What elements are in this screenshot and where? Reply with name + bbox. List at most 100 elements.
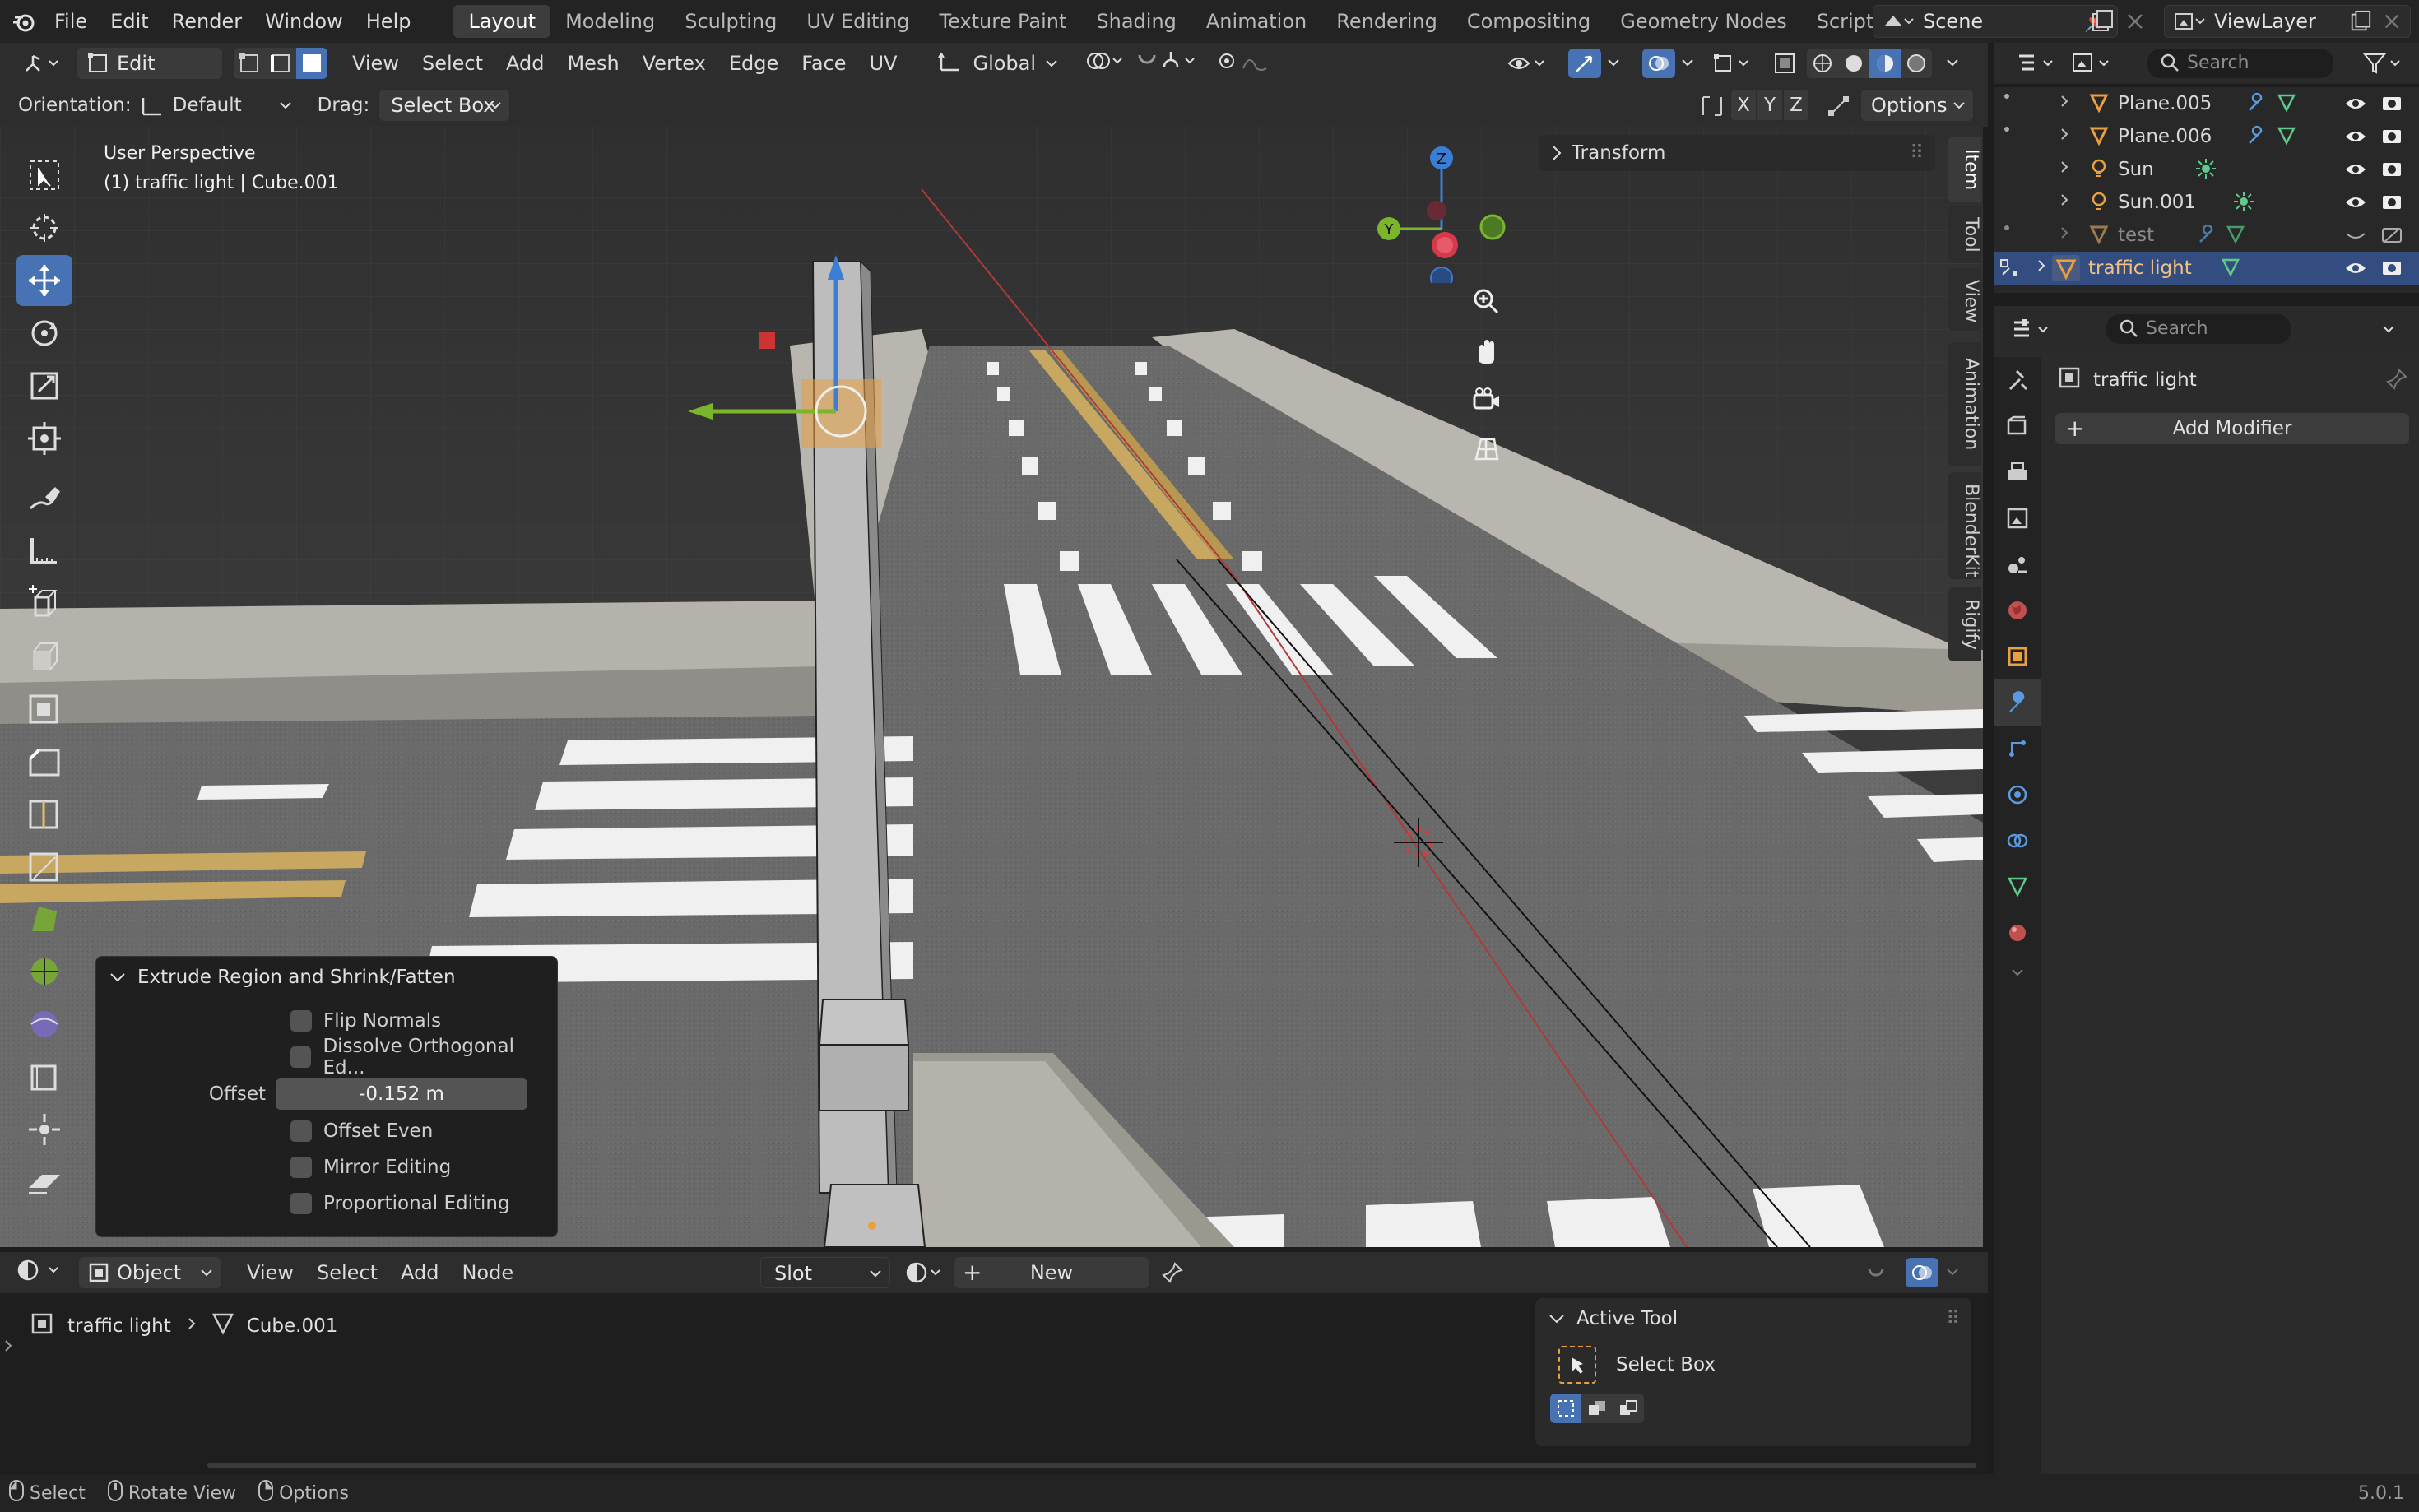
shrink-fatten-tool-icon[interactable]	[16, 1104, 72, 1155]
chevron-right-icon[interactable]	[2059, 192, 2072, 213]
options-dropdown[interactable]: Options	[1861, 90, 1973, 121]
outliner-item-traffic-light[interactable]: traffic light	[1994, 252, 2419, 285]
knife-tool-icon[interactable]	[16, 841, 72, 892]
proportional-editing-checkbox[interactable]: Proportional Editing	[290, 1185, 557, 1222]
material-browse-icon[interactable]	[905, 1260, 951, 1290]
slot-dropdown[interactable]: Slot	[760, 1257, 890, 1288]
chevron-right-icon[interactable]	[2059, 159, 2072, 180]
wireframe-shading-icon[interactable]	[1807, 49, 1838, 78]
scale-tool-icon[interactable]	[16, 360, 72, 411]
shader-editor-type-icon[interactable]	[16, 1258, 69, 1287]
tab-animation[interactable]: Animation	[1191, 5, 1321, 38]
shader-type-dropdown[interactable]: Object	[79, 1257, 221, 1288]
menu-edit[interactable]: Edit	[99, 0, 160, 43]
mode-dropdown[interactable]: Edit Mode	[77, 48, 222, 106]
tab-geometry-nodes[interactable]: Geometry Nodes	[1605, 5, 1801, 38]
new-view-layer-icon[interactable]	[2349, 10, 2372, 42]
overlays-node-icon[interactable]	[1906, 1258, 1938, 1287]
outliner-search[interactable]: Search	[2147, 49, 2333, 78]
chevron-right-icon[interactable]	[2059, 93, 2072, 114]
menu-mesh[interactable]: Mesh	[555, 52, 630, 75]
extrude-tool-icon[interactable]	[16, 630, 72, 681]
rotate-tool-icon[interactable]	[16, 308, 72, 359]
menu-select[interactable]: Select	[411, 52, 494, 75]
mode-extend-icon[interactable]	[1581, 1394, 1613, 1423]
particles-tab-icon[interactable]	[1994, 726, 2041, 772]
menu-edge[interactable]: Edge	[717, 52, 790, 75]
properties-search[interactable]: Search	[2106, 314, 2291, 344]
object-tab-icon[interactable]	[1994, 633, 2041, 679]
pan-hand-icon[interactable]	[1465, 329, 1507, 372]
navigation-gizmo[interactable]: Z Y	[1366, 143, 1530, 283]
tab-shading[interactable]: Shading	[1081, 5, 1191, 38]
solid-shading-icon[interactable]	[1838, 49, 1869, 78]
menu-uv[interactable]: UV	[858, 52, 909, 75]
spin-tool-icon[interactable]	[16, 946, 72, 997]
add-modifier-button[interactable]: + Add Modifier	[2055, 413, 2409, 444]
visibility-eye-icon[interactable]	[2345, 94, 2366, 118]
xray-toggle-icon[interactable]	[1772, 51, 1797, 81]
delete-view-layer-icon[interactable]	[2380, 10, 2403, 42]
transform-tool-icon[interactable]	[16, 413, 72, 464]
menu-vertex[interactable]: Vertex	[631, 52, 717, 75]
blender-logo-icon[interactable]	[12, 9, 36, 34]
outliner-item-sun[interactable]: Sun	[1994, 153, 2419, 186]
modifiers-tab-icon[interactable]	[1994, 679, 2041, 726]
select-box-tool-icon[interactable]	[16, 150, 72, 201]
output-tab-icon[interactable]	[1994, 449, 2041, 495]
pin-icon[interactable]	[1162, 1262, 1185, 1290]
add-cube-tool-icon[interactable]	[16, 577, 72, 628]
redo-panel-header[interactable]: Extrude Region and Shrink/Fatten	[96, 957, 557, 998]
drag-handle-icon[interactable]: ⠿	[1910, 135, 1924, 171]
tab-modeling[interactable]: Modeling	[550, 5, 670, 38]
overlays-toggle-icon[interactable]	[1642, 49, 1675, 78]
3d-viewport[interactable]: User Perspective (1) traffic light | Cub…	[0, 127, 1983, 1247]
chevron-right-icon[interactable]	[2059, 225, 2072, 246]
menu-view[interactable]: View	[341, 52, 411, 75]
visibility-eye-icon[interactable]	[2345, 160, 2366, 184]
menu-add[interactable]: Add	[494, 52, 555, 75]
render-disabled-icon[interactable]	[2381, 225, 2403, 250]
properties-editor-type-icon[interactable]	[2011, 318, 2057, 346]
drag-dropdown[interactable]: Select Box	[379, 90, 510, 121]
auto-merge-icon[interactable]	[1827, 94, 1851, 123]
view-layer-selector[interactable]: ViewLayer	[2164, 5, 2411, 38]
side-tab-rigify[interactable]: Rigify	[1948, 587, 1981, 661]
material-shading-icon[interactable]	[1869, 49, 1901, 78]
render-camera-icon[interactable]	[2381, 192, 2403, 217]
side-tab-animation[interactable]: Animation	[1948, 342, 1981, 466]
cursor-tool-icon[interactable]	[16, 202, 72, 253]
visibility-eye-icon[interactable]	[2345, 127, 2366, 151]
zoom-icon[interactable]	[1465, 280, 1507, 322]
pin-icon[interactable]	[2386, 369, 2407, 395]
loop-cut-tool-icon[interactable]	[16, 788, 72, 839]
inset-tool-icon[interactable]	[16, 683, 72, 734]
filter-icon[interactable]	[2362, 51, 2409, 79]
delete-scene-icon[interactable]	[2123, 9, 2147, 34]
rendered-shading-icon[interactable]	[1901, 49, 1932, 78]
transform-panel-header[interactable]: Transform ⠿	[1539, 135, 1935, 171]
overlays-node-dropdown-icon[interactable]	[1943, 1262, 1963, 1287]
edge-select-icon[interactable]	[265, 48, 296, 79]
outliner-item-test[interactable]: test	[1994, 219, 2419, 252]
physics-tab-icon[interactable]	[1994, 772, 2041, 818]
scene-selector[interactable]: Scene 📌	[1873, 5, 2118, 38]
visibility-eye-icon[interactable]	[2345, 192, 2366, 217]
gizmo-dropdown-icon[interactable]	[1604, 53, 1624, 77]
side-tab-tool[interactable]: Tool	[1948, 206, 1981, 263]
scene-tab-icon[interactable]	[1994, 541, 2041, 587]
hidden-eye-icon[interactable]	[2345, 225, 2366, 250]
material-tab-icon[interactable]	[1994, 910, 2041, 956]
side-tab-view[interactable]: View	[1948, 268, 1981, 331]
render-tab-icon[interactable]	[1994, 403, 2041, 449]
shading-dropdown-icon[interactable]	[1943, 53, 1963, 77]
render-camera-icon[interactable]	[2381, 94, 2403, 118]
pivot-icon[interactable]	[1084, 49, 1125, 78]
overlays-dropdown-icon[interactable]	[1678, 53, 1698, 77]
tool-tab-icon[interactable]	[1994, 357, 2041, 403]
shear-tool-icon[interactable]	[16, 1157, 72, 1208]
side-tab-blenderkit[interactable]: BlenderKit	[1948, 472, 1981, 579]
render-camera-icon[interactable]	[2381, 258, 2403, 283]
outliner-item-sun-001[interactable]: Sun.001	[1994, 186, 2419, 219]
ortho-grid-icon[interactable]	[1465, 428, 1507, 471]
